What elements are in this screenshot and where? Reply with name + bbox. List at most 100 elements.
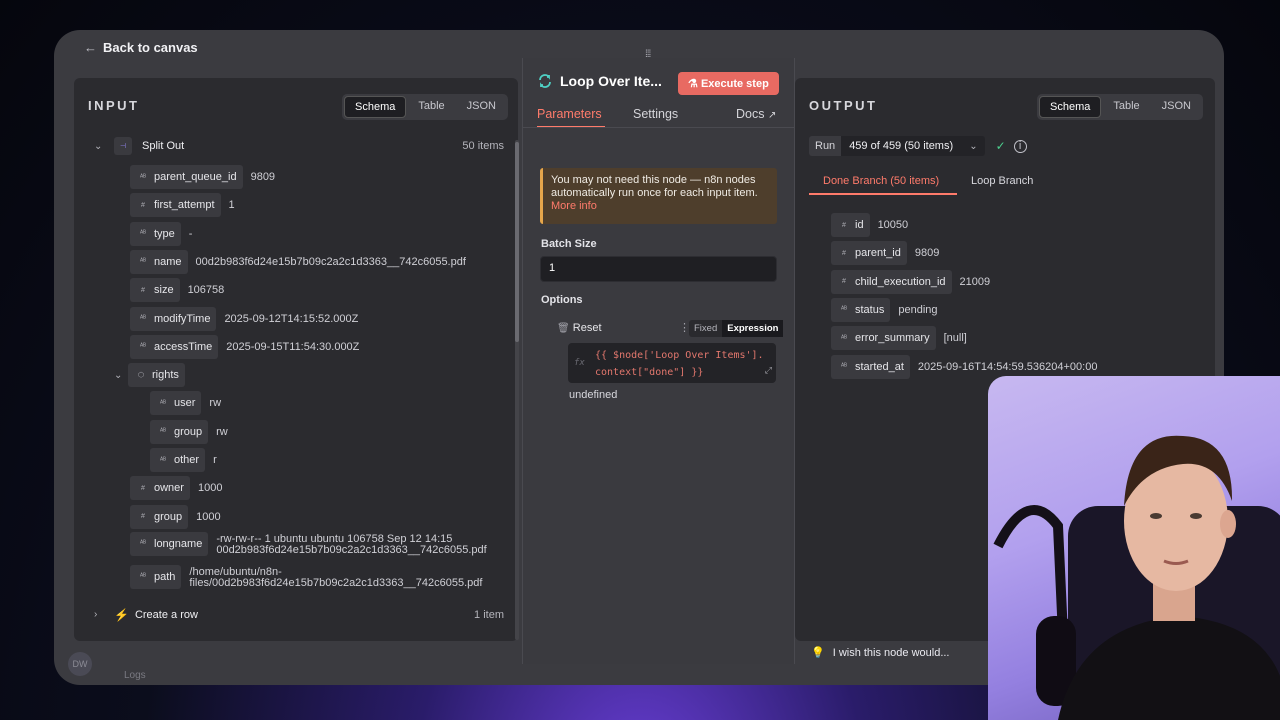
string-type-icon: ᴬᴮ: [840, 363, 848, 370]
docs-link[interactable]: Docs ↗: [736, 107, 776, 121]
back-to-canvas-link[interactable]: ← Back to canvas: [84, 40, 198, 55]
output-view-schema[interactable]: Schema: [1039, 96, 1102, 118]
string-type-icon: ᴬᴮ: [139, 343, 147, 351]
input-field-row[interactable]: ᴬᴮ group rw: [150, 419, 228, 444]
info-icon[interactable]: i: [1013, 139, 1027, 153]
output-field-row[interactable]: ᴬᴮ started_at 2025-09-16T14:54:59.536204+0…: [831, 354, 1097, 379]
input-field-row[interactable]: ᴬᴮ accessTime 2025-09-15T11:54:30.000Z: [130, 334, 359, 359]
input-root-node[interactable]: ⌄ ⊣ Split Out 50 items: [94, 135, 504, 157]
output-field-row[interactable]: # id 10050: [831, 213, 909, 237]
input-field-row[interactable]: ᴬᴮ path/home/ubuntu/n8n-files/00d2b983f6d…: [130, 564, 482, 589]
split-out-icon: ⊣: [114, 137, 132, 155]
string-type-icon: ᴬᴮ: [840, 334, 848, 342]
field-key-chip: ᴬᴮ started_at: [831, 354, 910, 379]
root-node-label: Split Out: [142, 140, 185, 152]
string-type-icon: ᴬᴮ: [840, 306, 848, 314]
reset-option[interactable]: 🗑 Reset: [557, 322, 602, 334]
string-type-icon: ᴬᴮ: [139, 540, 147, 548]
loop-icon: [539, 74, 551, 88]
input-next-node[interactable]: › ⚡ Create a row 1 item: [94, 604, 504, 626]
input-title: INPUT: [88, 98, 140, 113]
field-key: size: [154, 284, 174, 297]
input-view-table[interactable]: Table: [408, 96, 454, 118]
field-key: parent_id: [855, 247, 901, 260]
input-field-row[interactable]: ᴬᴮ other r: [150, 448, 217, 472]
more-info-link[interactable]: More info: [551, 200, 769, 213]
field-key: group: [154, 510, 183, 523]
input-field-row[interactable]: # size 106758: [130, 278, 224, 303]
number-type-icon: #: [842, 249, 846, 257]
expand-editor-icon[interactable]: ⤢: [765, 362, 772, 379]
fixed-toggle-option[interactable]: Fixed: [689, 320, 722, 337]
field-key: name: [154, 255, 182, 268]
field-value: 21009: [959, 275, 991, 288]
field-value: 1000: [196, 510, 221, 523]
run-selector[interactable]: Run 459 of 459 (50 items) ⌄ ✓ i: [809, 136, 1027, 156]
field-value: 2025-09-12T14:15:52.000Z: [224, 312, 359, 325]
input-scrollbar-thumb[interactable]: [515, 142, 519, 342]
input-field-row[interactable]: ᴬᴮ parent_queue_id 9809: [130, 165, 275, 189]
output-field-row[interactable]: # child_execution_id 21009: [831, 269, 991, 294]
output-field-row[interactable]: ᴬᴮ error_summary [null]: [831, 326, 967, 351]
field-key-chip: # id: [831, 213, 870, 237]
field-key-chip: ᴬᴮ status: [831, 297, 891, 322]
input-field-row[interactable]: ᴬᴮ modifyTime 2025-09-12T14:15:52.000Z: [130, 306, 359, 331]
tab-done-branch[interactable]: Done Branch (50 items): [823, 175, 939, 187]
field-value: [null]: [943, 332, 967, 345]
field-key: owner: [154, 482, 184, 495]
input-field-row[interactable]: ᴬᴮ user rw: [150, 391, 221, 416]
output-field-row[interactable]: ᴬᴮ status pending: [831, 297, 938, 322]
field-value: pending: [898, 303, 938, 316]
input-field-row[interactable]: ᴬᴮ type -: [130, 221, 192, 246]
execute-step-button[interactable]: ⚗ Execute step: [678, 72, 779, 95]
options-label: Options: [541, 294, 583, 306]
input-field-row[interactable]: # group 1000: [130, 504, 221, 529]
input-field-row[interactable]: ᴬᴮ name 00d2b983f6d24e15b7b09c2a2c1d3363__…: [130, 249, 466, 274]
input-panel: INPUT Schema Table JSON ⌄ ⊣ Split Out 50…: [74, 78, 518, 641]
warning-notice: You may not need this node — n8n nodes a…: [540, 168, 777, 224]
string-type-icon: ᴬᴮ: [139, 573, 147, 581]
input-view-schema[interactable]: Schema: [344, 96, 407, 118]
input-view-json[interactable]: JSON: [457, 96, 506, 118]
field-key-chip: # group: [130, 504, 189, 529]
output-view-toggle: Schema Table JSON: [1037, 94, 1203, 120]
node-title[interactable]: Loop Over Ite...: [560, 73, 662, 89]
expression-line-1: {{ $node['Loop Over Items'].: [595, 350, 764, 361]
field-key-chip: ᴬᴮ modifyTime: [130, 306, 217, 331]
tab-loop-branch[interactable]: Loop Branch: [971, 175, 1033, 187]
string-type-icon: ᴬᴮ: [139, 315, 147, 322]
external-link-icon: ↗: [767, 110, 777, 121]
input-field-row[interactable]: # owner 1000: [130, 476, 222, 501]
field-key: other: [174, 454, 200, 466]
output-view-json[interactable]: JSON: [1152, 96, 1201, 118]
string-type-icon: ᴬᴮ: [139, 258, 147, 266]
expression-editor[interactable]: fx {{ $node['Loop Over Items']. context[…: [568, 343, 776, 383]
tab-settings[interactable]: Settings: [633, 107, 678, 121]
batch-size-input[interactable]: 1: [540, 256, 777, 282]
number-type-icon: #: [141, 513, 145, 521]
input-field-row[interactable]: ᴬᴮ longname -rw-rw-r-- 1 ubuntu ubuntu 106…: [130, 531, 487, 556]
string-type-icon: ᴬᴮ: [139, 173, 147, 181]
presenter-video: [993, 435, 1280, 720]
webcam-overlay: [988, 376, 1280, 720]
field-key-chip: ᴬᴮ accessTime: [130, 334, 219, 359]
branch-tab-underline: [809, 193, 957, 195]
field-key-chip: ᴬᴮ path: [130, 564, 182, 589]
logs-label[interactable]: Logs: [124, 670, 146, 681]
input-field-row[interactable]: # first_attempt 1: [130, 193, 235, 218]
chevron-down-icon: ⌄: [969, 140, 978, 152]
input-object-row[interactable]: ⌄ ⬡ rights: [114, 363, 185, 388]
field-key: rights: [152, 369, 179, 382]
input-view-toggle: Schema Table JSON: [342, 94, 508, 120]
number-type-icon: #: [141, 484, 145, 492]
field-value: 10050: [877, 219, 909, 231]
drag-handle-icon[interactable]: ⁞⁞⁞: [645, 49, 651, 60]
expression-result: undefined: [569, 389, 618, 401]
tab-parameters[interactable]: Parameters: [537, 107, 602, 121]
expression-toggle-option[interactable]: Expression: [722, 320, 784, 337]
output-view-table[interactable]: Table: [1103, 96, 1149, 118]
avatar[interactable]: DW: [68, 652, 92, 676]
expression-line-2: context["done"] }}: [595, 367, 704, 378]
field-value: 00d2b983f6d24e15b7b09c2a2c1d3363__742c60…: [195, 255, 466, 268]
output-field-row[interactable]: # parent_id 9809: [831, 241, 939, 266]
